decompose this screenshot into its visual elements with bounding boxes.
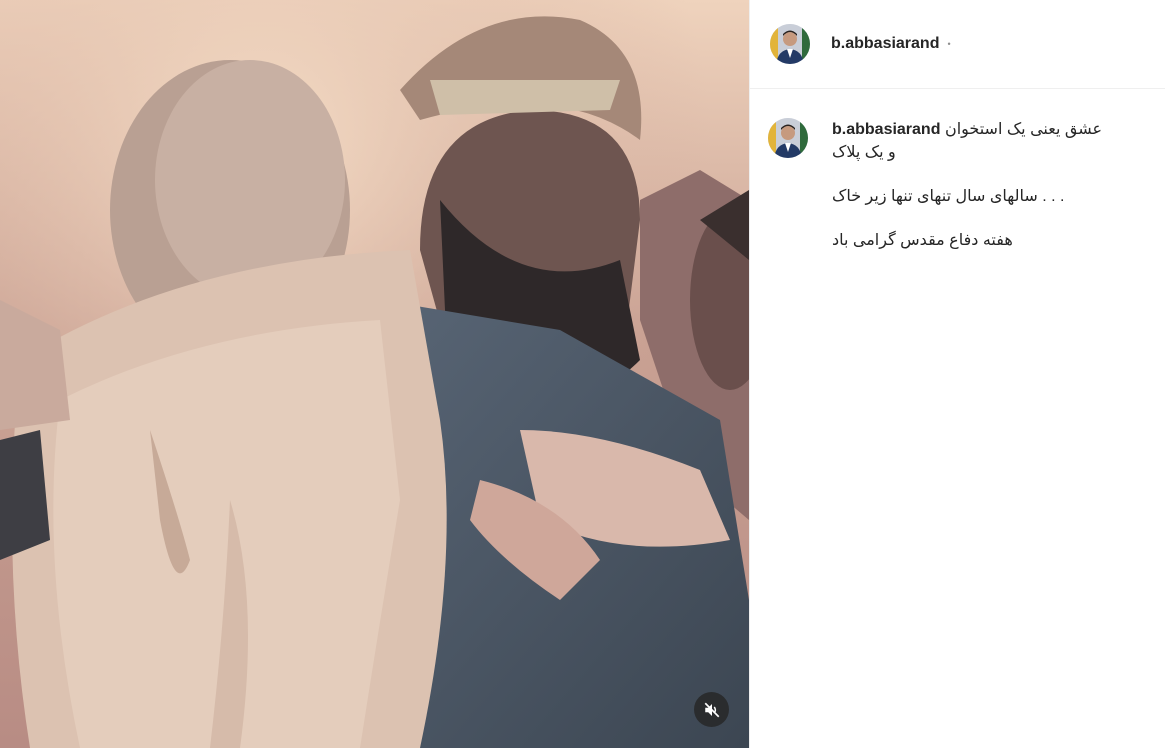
mute-toggle-button[interactable] <box>694 692 729 727</box>
author-avatar[interactable] <box>770 24 810 64</box>
profile-photo-icon <box>770 24 810 64</box>
post-header: b.abbasiarand • <box>750 0 1165 89</box>
caption-text: b.abbasiarand عشق یعنی یک استخوان و یک پ… <box>832 118 1132 252</box>
caption-author-avatar[interactable] <box>768 118 808 158</box>
caption-username-link[interactable]: b.abbasiarand <box>832 121 940 138</box>
post-side-panel: b.abbasiarand • b.abbasiarand عشق یعنی ی… <box>749 0 1165 748</box>
caption-line-3: هفته دفاع مقدس گرامی باد <box>832 232 1013 249</box>
post-dialog: b.abbasiarand • b.abbasiarand عشق یعنی ی… <box>0 0 1165 748</box>
author-username-link[interactable]: b.abbasiarand <box>831 35 939 53</box>
speaker-muted-icon <box>704 702 719 717</box>
video-frame <box>0 0 749 748</box>
caption-second-text: و یک پلاک <box>832 144 896 161</box>
caption-comment: b.abbasiarand عشق یعنی یک استخوان و یک پ… <box>768 118 1148 252</box>
caption-line-2: سالهای سال تنهای تنها زیر خاک . . . <box>832 188 1065 205</box>
post-video[interactable] <box>0 0 749 748</box>
profile-photo-icon <box>768 118 808 158</box>
separator-dot: • <box>947 39 951 49</box>
caption-first-text: عشق یعنی یک استخوان <box>944 121 1103 138</box>
